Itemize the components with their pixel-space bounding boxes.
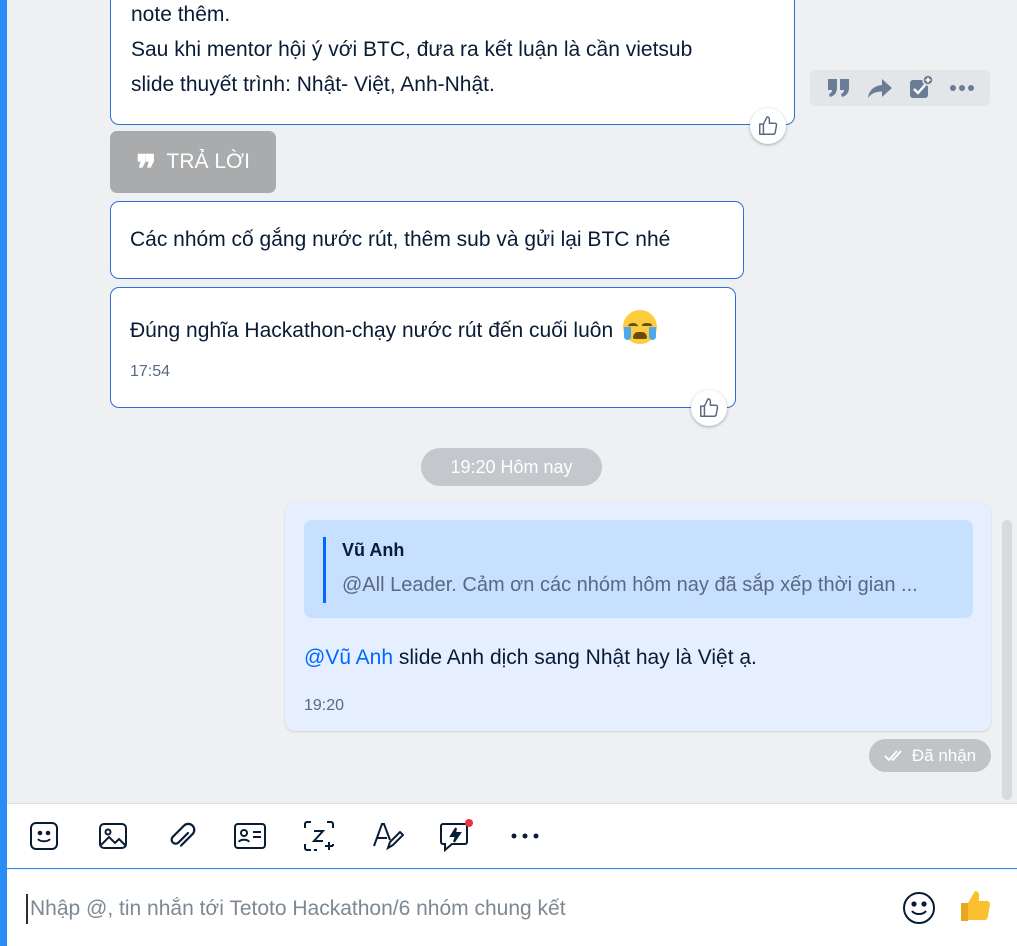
emoji-icon[interactable] — [900, 889, 938, 927]
message-text: Các nhóm cố gắng nước rút, thêm sub và g… — [130, 228, 671, 251]
sticker-icon[interactable] — [27, 818, 61, 854]
react-like-button[interactable] — [691, 390, 727, 426]
notification-dot — [465, 819, 473, 827]
image-icon[interactable] — [96, 818, 130, 854]
my-message-bubble[interactable]: Vũ Anh @All Leader. Cảm ơn các nhóm hôm … — [285, 502, 991, 731]
message-body: slide Anh dịch sang Nhật hay là Việt ạ. — [393, 646, 757, 669]
add-task-icon[interactable] — [906, 73, 936, 103]
quote-author: Vũ Anh — [342, 540, 405, 560]
date-separator: 19:20 Hôm nay — [421, 448, 602, 486]
scrollbar[interactable] — [1002, 520, 1012, 800]
quote-text: @All Leader. Cảm ơn các nhóm hôm nay đã … — [342, 574, 918, 596]
message-bubble[interactable]: Đúng nghĩa Hackathon-chạy nước rút đến c… — [110, 287, 736, 408]
forward-icon[interactable] — [865, 73, 895, 103]
message-composer — [7, 870, 1017, 946]
message-time: 19:20 — [304, 697, 345, 714]
text-format-icon[interactable] — [371, 818, 405, 854]
thumbs-up-icon — [700, 398, 719, 417]
message-actions-bar — [810, 70, 990, 106]
chat-area[interactable]: note thêm. Sau khi mentor hội ý với BTC,… — [7, 0, 1017, 803]
reply-button[interactable]: ❞ TRẢ LỜI — [110, 131, 276, 193]
quote-mark-icon: ❞ — [136, 146, 157, 191]
message-time: 17:54 — [130, 363, 171, 380]
thumbs-up-icon — [759, 116, 778, 135]
screenshot-icon[interactable] — [302, 818, 336, 854]
message-bubble[interactable]: Các nhóm cố gắng nước rút, thêm sub và g… — [110, 201, 744, 279]
composer-toolbar — [7, 803, 1017, 869]
quoted-message[interactable]: Vũ Anh @All Leader. Cảm ơn các nhóm hôm … — [304, 520, 973, 618]
react-like-button[interactable] — [750, 108, 786, 144]
quote-icon[interactable] — [824, 73, 854, 103]
thumbs-up-send-icon[interactable] — [955, 886, 995, 926]
message-input[interactable] — [26, 894, 886, 924]
double-check-icon — [884, 749, 902, 761]
message-text: note thêm. — [131, 3, 231, 26]
more-icon[interactable] — [508, 818, 542, 854]
left-accent-bar — [0, 0, 7, 946]
quick-message-icon[interactable] — [439, 818, 473, 854]
mention-link[interactable]: @Vũ Anh — [304, 646, 393, 669]
message-text: slide thuyết trình: Nhật- Việt, Anh-Nhật… — [131, 73, 495, 96]
crying-emoji-icon — [622, 310, 657, 344]
reply-label: TRẢ LỜI — [166, 150, 250, 173]
delivery-status-badge: Đã nhận — [869, 739, 991, 772]
message-bubble[interactable]: note thêm. Sau khi mentor hội ý với BTC,… — [110, 0, 795, 125]
status-text: Đã nhận — [911, 745, 977, 765]
message-text: Sau khi mentor hội ý với BTC, đưa ra kết… — [131, 38, 693, 61]
contact-card-icon[interactable] — [233, 818, 267, 854]
attachment-icon[interactable] — [164, 818, 198, 854]
message-text: @Vũ Anh slide Anh dịch sang Nhật hay là … — [304, 644, 972, 672]
quote-bar — [323, 537, 326, 603]
more-options-icon[interactable] — [947, 73, 977, 103]
message-text: Đúng nghĩa Hackathon-chạy nước rút đến c… — [130, 319, 614, 342]
